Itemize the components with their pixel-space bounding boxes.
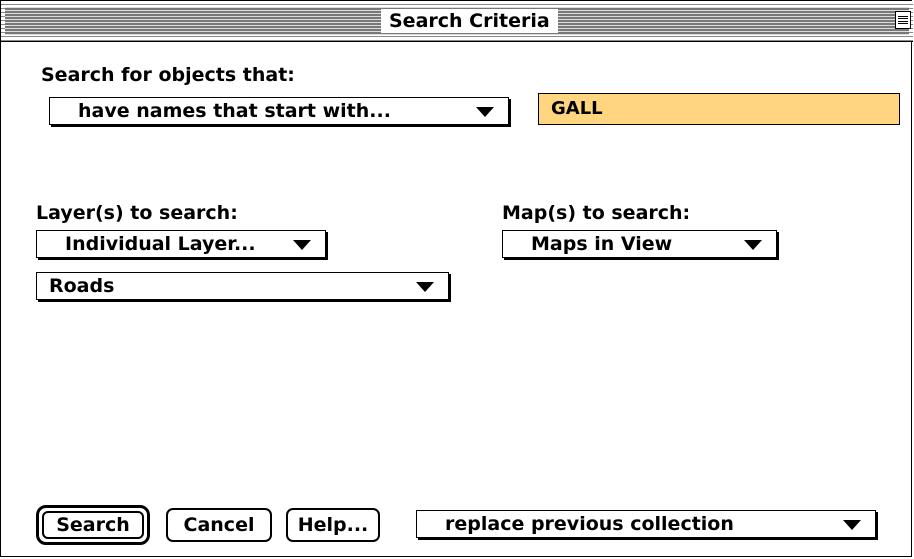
layer-mode-dropdown[interactable]: Individual Layer... <box>36 230 326 258</box>
window-title: Search Criteria <box>381 9 558 33</box>
search-criteria-label: Search for objects that: <box>41 64 295 86</box>
search-text-field[interactable]: GALL <box>538 93 900 125</box>
help-button[interactable]: Help... <box>286 508 380 542</box>
chevron-down-icon <box>293 240 311 250</box>
chevron-down-icon <box>416 282 434 292</box>
layer-dropdown[interactable]: Roads <box>36 272 449 300</box>
collection-mode-value: replace previous collection <box>445 513 734 535</box>
maps-label: Map(s) to search: <box>502 202 691 224</box>
cancel-button[interactable]: Cancel <box>166 508 272 542</box>
chevron-down-icon <box>843 520 861 530</box>
condition-dropdown[interactable]: have names that start with... <box>49 97 509 125</box>
search-criteria-window: Search Criteria Search for objects that:… <box>0 0 913 557</box>
chevron-down-icon <box>744 240 762 250</box>
maps-dropdown[interactable]: Maps in View <box>502 230 777 258</box>
search-button-label: Search <box>42 511 144 539</box>
layer-mode-value: Individual Layer... <box>65 233 256 255</box>
layer-value: Roads <box>49 275 115 297</box>
layers-label: Layer(s) to search: <box>36 202 238 224</box>
chevron-down-icon <box>476 107 494 117</box>
collection-mode-dropdown[interactable]: replace previous collection <box>416 510 876 538</box>
title-bar[interactable]: Search Criteria <box>1 1 913 42</box>
search-button[interactable]: Search <box>36 505 150 545</box>
collapse-box-icon[interactable] <box>895 11 911 29</box>
maps-value: Maps in View <box>531 233 673 255</box>
condition-dropdown-value: have names that start with... <box>78 100 391 122</box>
